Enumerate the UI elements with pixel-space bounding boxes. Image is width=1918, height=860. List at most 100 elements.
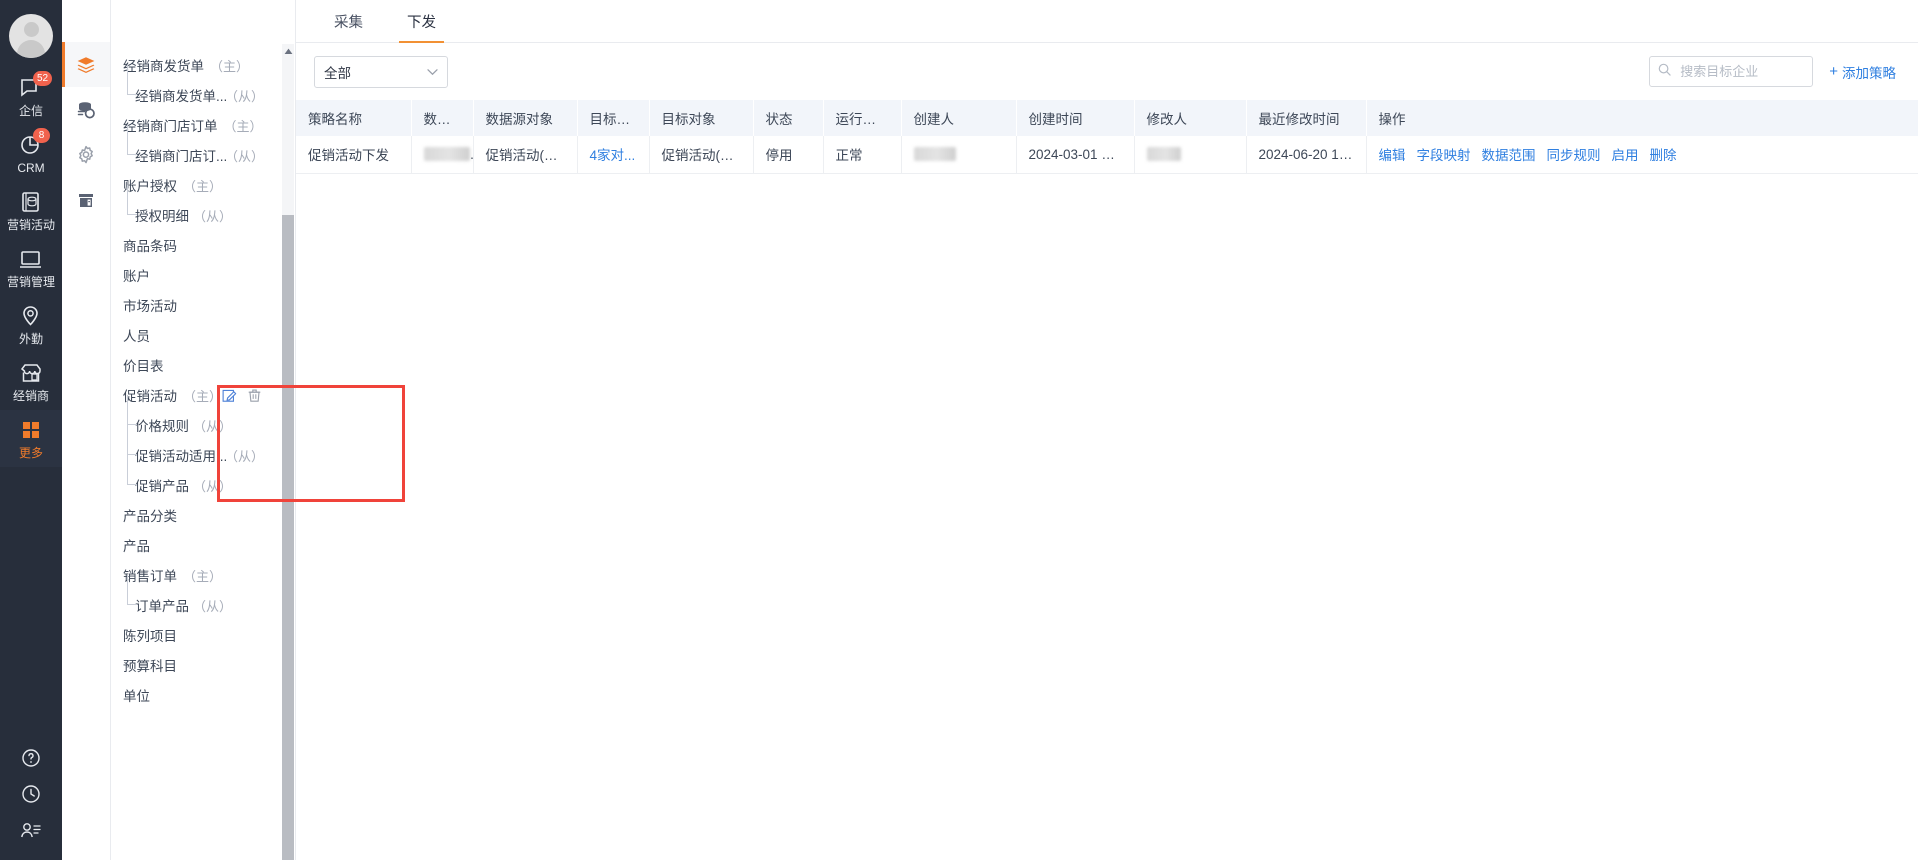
location-pin-icon	[0, 303, 62, 329]
tree-node-dealer-store-order-detail[interactable]: 经销商门店订... （从）	[111, 125, 296, 170]
tree-node-sales-order[interactable]: 销售订单 （主）	[111, 560, 296, 590]
col-creator[interactable]: 创建人	[901, 100, 1017, 136]
tree-node-promotion-scope[interactable]: 促销活动适用... （从）	[111, 425, 296, 470]
app-root: 52 企信 8 CRM 营销活动 营销管理 外勤 经销商 更多 经销商发货单 （…	[0, 0, 1918, 860]
tree-node-product-category[interactable]: 产品分类	[111, 500, 296, 530]
tree-node-price-list[interactable]: 价目表	[111, 350, 296, 380]
col-operations[interactable]: 操作	[1366, 100, 1918, 136]
tab-collect[interactable]: 采集	[320, 0, 377, 42]
op-field-mapping[interactable]: 字段映射	[1417, 144, 1471, 164]
strip-item-layers[interactable]	[62, 42, 110, 87]
op-delete[interactable]: 删除	[1650, 144, 1677, 164]
tree-node-label: 商品条码	[123, 239, 177, 254]
primary-nav-rail: 52 企信 8 CRM 营销活动 营销管理 外勤 经销商 更多	[0, 0, 62, 860]
filter-select[interactable]: 全部	[314, 55, 448, 88]
strip-item-data-sync[interactable]	[62, 87, 110, 132]
tree-node-budget-subject[interactable]: 预算科目	[111, 650, 296, 680]
col-modifier[interactable]: 修改人	[1134, 100, 1247, 136]
tree-node-suffix: （主）	[183, 178, 223, 194]
col-create-time[interactable]: 创建时间	[1016, 100, 1135, 136]
tree-scroll-up-arrow[interactable]	[282, 44, 294, 58]
rail-label-crm: CRM	[17, 161, 45, 175]
tree-node-product-barcode[interactable]: 商品条码	[111, 230, 296, 260]
tree-node-dealer-store-order[interactable]: 经销商门店订单 （主）	[111, 110, 296, 140]
tree-node-label: 经销商门店订...	[135, 149, 228, 164]
tree-node-dealer-delivery[interactable]: 经销商发货单 （主）	[111, 50, 296, 80]
layers-icon	[77, 56, 95, 73]
store-icon	[0, 360, 62, 386]
pie-chart-icon: 8	[0, 128, 62, 158]
target-enterprise-link[interactable]: 4家对...	[590, 148, 636, 163]
rail-item-crm[interactable]: 8 CRM	[0, 125, 62, 182]
cell-target-enterprise[interactable]: 4家对...	[577, 136, 650, 174]
tree-node-auth-detail[interactable]: 授权明细 （从）	[111, 185, 296, 230]
col-run-status[interactable]: 运行状态	[823, 100, 902, 136]
tree-node-suffix: （从）	[193, 208, 233, 224]
rail-item-qixin[interactable]: 52 企信	[0, 68, 62, 125]
monitor-icon	[0, 246, 62, 272]
rail-label-marketing-manage: 营销管理	[6, 275, 55, 289]
tree-node-market-activity[interactable]: 市场活动	[111, 290, 296, 320]
col-datasource-object[interactable]: 数据源对象	[473, 100, 578, 136]
delete-icon[interactable]	[247, 388, 262, 403]
filter-select-value: 全部	[324, 65, 351, 81]
plus-icon: +	[1829, 63, 1838, 80]
cell-operations: 编辑 字段映射 数据范围 同步规则 启用 删除	[1366, 136, 1918, 174]
user-list-icon[interactable]	[0, 818, 62, 854]
tree-node-suffix: （从）	[224, 148, 264, 164]
tree-elbow	[127, 125, 137, 155]
rail-item-marketing-activity[interactable]: 营销活动	[0, 182, 62, 239]
tree-node-product[interactable]: 产品	[111, 530, 296, 560]
tree-node-suffix: （主）	[210, 58, 250, 74]
chevron-down-icon	[427, 64, 438, 79]
tree-scrollbar-thumb[interactable]	[282, 215, 294, 860]
tree-node-dealer-delivery-detail[interactable]: 经销商发货单... （从）	[111, 65, 296, 110]
col-datasource[interactable]: 数据源...	[411, 100, 474, 136]
col-strategy-name[interactable]: 策略名称	[296, 100, 412, 136]
row-operations: 编辑 字段映射 数据范围 同步规则 启用 删除	[1379, 144, 1907, 164]
strip-item-settings[interactable]	[62, 132, 110, 177]
rail-label-more: 更多	[18, 446, 43, 460]
col-status[interactable]: 状态	[753, 100, 824, 136]
table-header-row: 策略名称 数据源... 数据源对象 目标企业 目标对象 状态 运行状态 创建人 …	[296, 100, 1918, 136]
rail-label-dealer: 经销商	[12, 389, 49, 403]
tab-distribute-label: 下发	[407, 14, 436, 31]
op-data-scope[interactable]: 数据范围	[1482, 144, 1536, 164]
table-row[interactable]: 促销活动下发 促销活动(主), ... 4家对... 促销活动(主), ... …	[296, 136, 1918, 174]
edit-icon[interactable]	[222, 388, 237, 403]
tree-node-promotion-product[interactable]: 促销产品 （从）	[111, 455, 296, 500]
tree-node-unit[interactable]: 单位	[111, 680, 296, 710]
search-input[interactable]	[1678, 63, 1807, 80]
op-sync-rule[interactable]: 同步规则	[1547, 144, 1601, 164]
tree-node-price-rule[interactable]: 价格规则 （从）	[111, 395, 296, 440]
col-target-enterprise[interactable]: 目标企业	[577, 100, 650, 136]
tree-node-account-auth[interactable]: 账户授权 （主）	[111, 170, 296, 200]
clock-history-icon[interactable]	[0, 782, 62, 818]
object-tree-list: 经销商发货单 （主） 经销商发货单... （从） 经销商门店订单 （主） 经销商…	[111, 44, 296, 710]
tree-node-order-product[interactable]: 订单产品 （从）	[111, 575, 296, 620]
col-modify-time[interactable]: 最近修改时间	[1246, 100, 1367, 136]
tree-elbow	[127, 455, 137, 485]
tree-node-label: 预算科目	[123, 659, 177, 674]
help-circle-icon[interactable]	[0, 746, 62, 782]
tree-node-label: 经销商门店订单	[123, 119, 218, 134]
tree-node-personnel[interactable]: 人员	[111, 320, 296, 350]
rail-item-marketing-manage[interactable]: 营销管理	[0, 239, 62, 296]
rail-item-field-work[interactable]: 外勤	[0, 296, 62, 353]
strip-item-archive[interactable]	[62, 177, 110, 222]
rail-item-more[interactable]: 更多	[0, 410, 62, 467]
tree-elbow	[127, 185, 137, 215]
tree-node-label: 促销产品	[135, 479, 189, 494]
rail-item-dealer[interactable]: 经销商	[0, 353, 62, 410]
user-avatar[interactable]	[9, 14, 53, 58]
tree-node-label: 经销商发货单...	[135, 89, 228, 104]
col-target-object[interactable]: 目标对象	[649, 100, 754, 136]
op-enable[interactable]: 启用	[1612, 144, 1639, 164]
add-strategy-button[interactable]: + 添加策略	[1829, 62, 1896, 82]
tree-node-account[interactable]: 账户	[111, 260, 296, 290]
tab-distribute[interactable]: 下发	[393, 0, 450, 43]
tree-node-display-project[interactable]: 陈列项目	[111, 620, 296, 650]
tree-node-promotion-activity[interactable]: 促销活动 （主）	[111, 380, 296, 410]
search-target-enterprise[interactable]	[1649, 56, 1814, 87]
op-edit[interactable]: 编辑	[1379, 144, 1406, 164]
